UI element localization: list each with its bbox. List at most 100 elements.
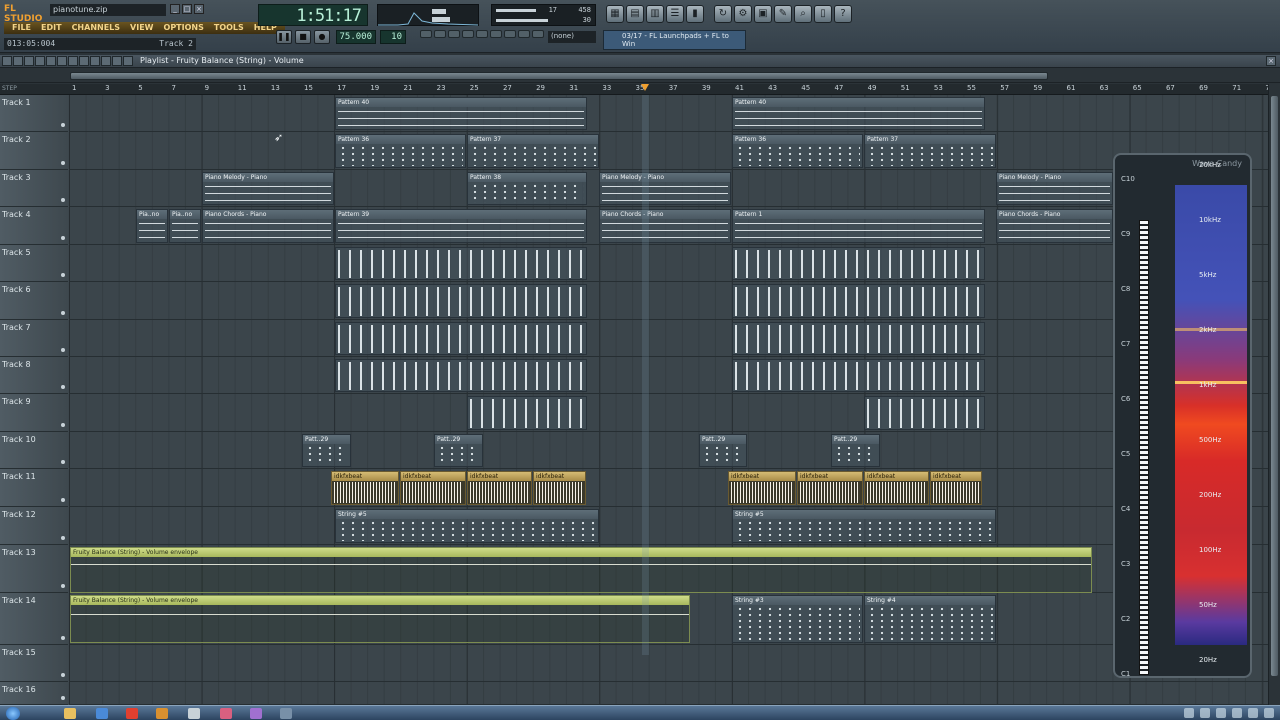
pattern-clip[interactable] <box>732 359 985 392</box>
track-enable-led[interactable] <box>61 536 65 540</box>
track-enable-led[interactable] <box>61 348 65 352</box>
track-enable-led[interactable] <box>61 311 65 315</box>
track-enable-led[interactable] <box>61 273 65 277</box>
track-header[interactable]: Track 3 <box>0 170 68 207</box>
help-icon[interactable]: ? <box>834 5 852 23</box>
audio-clip[interactable]: idkfxbeat <box>331 471 399 505</box>
pattern-clip[interactable] <box>732 322 985 355</box>
tray-icon[interactable] <box>1200 708 1210 718</box>
explorer-icon[interactable] <box>64 708 76 719</box>
toggle-button[interactable] <box>490 30 502 38</box>
playlist-icon[interactable]: ▦ <box>606 5 624 23</box>
audio-clip[interactable]: idkfxbeat <box>400 471 466 505</box>
horizontal-scrollbar[interactable] <box>0 69 1280 83</box>
track-enable-led[interactable] <box>61 696 65 700</box>
pattern-clip[interactable] <box>732 284 985 318</box>
track-header[interactable]: Track 8 <box>0 357 68 394</box>
menu-channels[interactable]: CHANNELS <box>67 22 125 34</box>
app-icon[interactable] <box>220 708 232 719</box>
pattern-clip[interactable]: String #3 <box>732 595 863 643</box>
pattern-clip[interactable]: Pattern 38 <box>467 172 587 205</box>
track-header[interactable]: Track 7 <box>0 320 68 357</box>
automation-clip[interactable]: Fruity Balance (String) - Volume envelop… <box>70 595 690 643</box>
audio-clip[interactable]: idkfxbeat <box>864 471 929 505</box>
scrollbar-thumb[interactable] <box>1271 96 1278 676</box>
pattern-clip[interactable]: Pattern 39 <box>335 209 587 243</box>
toggle-button[interactable] <box>532 30 544 38</box>
audio-clip[interactable]: idkfxbeat <box>467 471 532 505</box>
track-enable-led[interactable] <box>61 460 65 464</box>
track-header[interactable]: Track 11 <box>0 469 68 507</box>
pattern-clip[interactable]: String #5 <box>732 509 996 543</box>
toggle-button[interactable] <box>462 30 474 38</box>
stop-button[interactable]: ■ <box>295 30 311 44</box>
browser-icon[interactable]: ☰ <box>666 5 684 23</box>
audio-clip[interactable]: idkfxbeat <box>797 471 863 505</box>
pattern-clip[interactable]: Piano Melody - Piano <box>202 172 334 205</box>
timeline-ruler[interactable]: STEP 1 3 5 7 9 11 13 15 17 19 21 23 25 27 29 31 33 35 37 39… <box>0 84 1280 95</box>
minimize-button[interactable]: _ <box>170 4 180 14</box>
pattern-selector[interactable]: (none) <box>548 31 596 43</box>
track-header[interactable]: Track 16 <box>0 682 68 705</box>
tool-button[interactable] <box>123 56 133 66</box>
pattern-clip[interactable]: Piano Melody - Piano <box>599 172 731 205</box>
tool-button[interactable] <box>112 56 122 66</box>
tempo-display[interactable]: 75.000 <box>336 30 376 44</box>
tray-icon[interactable] <box>1264 708 1274 718</box>
pattern-clip[interactable] <box>467 396 587 430</box>
pattern-clip[interactable]: Piano Chords - Piano <box>202 209 334 243</box>
step-sequencer-icon[interactable]: ▤ <box>626 5 644 23</box>
tray-icon[interactable] <box>1232 708 1242 718</box>
tool-button[interactable] <box>68 56 78 66</box>
track-header[interactable]: Track 15 <box>0 645 68 682</box>
pattern-clip[interactable]: Piano Melody - Piano <box>996 172 1113 205</box>
cpu-icon[interactable]: ⚙ <box>734 5 752 23</box>
track-header[interactable]: Track 1 <box>0 95 68 132</box>
pattern-clip[interactable]: Pattern 1 <box>732 209 985 243</box>
playlist-grid[interactable]: Pattern 40 Pattern 40 Pattern 36 Pattern 37… <box>69 95 1268 705</box>
track-header[interactable]: Track 6 <box>0 282 68 320</box>
news-panel[interactable]: 03/17 - FL Launchpads + FL to Win <box>603 30 746 50</box>
mixer-icon[interactable]: ▮ <box>686 5 704 23</box>
pattern-clip[interactable] <box>335 284 587 318</box>
pattern-clip[interactable]: Pattern 40 <box>335 97 587 130</box>
render-icon[interactable]: ▣ <box>754 5 772 23</box>
pattern-clip[interactable]: Pattern 37 <box>864 134 996 168</box>
browser-icon[interactable] <box>96 708 108 719</box>
playhead-marker[interactable] <box>641 84 649 91</box>
toggle-button[interactable] <box>420 30 432 38</box>
pattern-clip[interactable]: Piano Chords - Piano <box>996 209 1113 243</box>
app-icon[interactable] <box>188 708 200 719</box>
pattern-clip[interactable]: Pattern 36 <box>732 134 863 168</box>
toggle-button[interactable] <box>448 30 460 38</box>
tool-button[interactable] <box>101 56 111 66</box>
pattern-number[interactable]: 10 <box>380 30 406 44</box>
track-enable-led[interactable] <box>61 584 65 588</box>
record-button[interactable]: ● <box>314 30 330 44</box>
track-header[interactable]: Track 10 <box>0 432 68 469</box>
pattern-clip[interactable] <box>732 247 985 280</box>
track-enable-led[interactable] <box>61 636 65 640</box>
pattern-clip[interactable]: Pia..no <box>169 209 201 243</box>
menu-view[interactable]: VIEW <box>125 22 158 34</box>
track-enable-led[interactable] <box>61 236 65 240</box>
audio-clip[interactable]: idkfxbeat <box>533 471 586 505</box>
menu-tools[interactable]: TOOLS <box>209 22 249 34</box>
playlist-caption[interactable]: Playlist - Fruity Balance (String) - Vol… <box>140 56 304 65</box>
undo-icon[interactable]: ↻ <box>714 5 732 23</box>
track-enable-led[interactable] <box>61 198 65 202</box>
chrome-icon[interactable] <box>126 708 138 719</box>
tray-icon[interactable] <box>1216 708 1226 718</box>
track-header[interactable]: Track 14 <box>0 593 68 645</box>
tool-button[interactable] <box>35 56 45 66</box>
pattern-clip[interactable]: Pattern 37 <box>467 134 599 168</box>
tool-button[interactable] <box>2 56 12 66</box>
track-header[interactable]: Track 13 <box>0 545 68 593</box>
toggle-button[interactable] <box>504 30 516 38</box>
tool-button[interactable] <box>79 56 89 66</box>
track-header[interactable]: Track 5 <box>0 245 68 282</box>
track-enable-led[interactable] <box>61 385 65 389</box>
pattern-clip[interactable]: String #4 <box>864 595 996 643</box>
track-enable-led[interactable] <box>61 673 65 677</box>
menu-options[interactable]: OPTIONS <box>159 22 209 34</box>
